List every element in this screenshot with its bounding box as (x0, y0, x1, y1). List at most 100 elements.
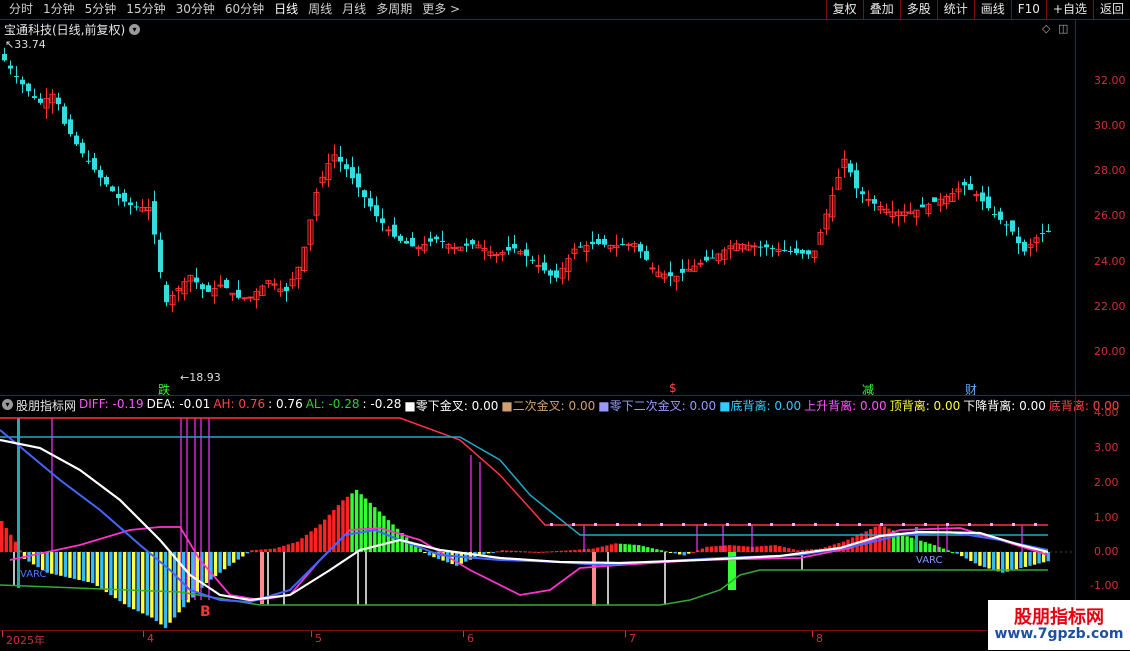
histogram-bar (218, 552, 222, 573)
dot-marker (594, 523, 597, 526)
candle-body (2, 54, 7, 61)
candle-body (32, 96, 37, 98)
chevron-down-icon[interactable]: ▾ (2, 399, 13, 410)
signal-bar (915, 527, 918, 552)
dot-marker (660, 523, 663, 526)
candle-body (968, 183, 973, 190)
histogram-bar (304, 534, 309, 552)
candle-body (158, 239, 163, 273)
histogram-bar (605, 545, 609, 552)
date-tick (2, 631, 3, 637)
date-tick (311, 631, 312, 637)
dot-marker (968, 523, 971, 526)
candle-body (344, 164, 349, 170)
dot-marker (616, 523, 619, 526)
histogram-bar (509, 550, 513, 552)
legend-entry: ■零下二次金叉: 0.00 (598, 399, 717, 413)
histogram-bar (791, 549, 796, 552)
candle-body (800, 250, 805, 254)
histogram-bar (359, 494, 363, 552)
histogram-bar (591, 548, 595, 552)
histogram-bar (746, 546, 750, 552)
histogram-bar (718, 545, 723, 552)
legend-entry: DEA: -0.01 (146, 397, 211, 411)
price-axis: 32.00 30.00 28.00 26.00 24.00 22.00 20.00 4.00 3… (1075, 19, 1130, 630)
histogram-bar (81, 552, 86, 581)
candle-body (122, 192, 127, 202)
histogram-bar (960, 552, 964, 557)
dot-marker (770, 523, 773, 526)
kline-chart[interactable] (0, 0, 1130, 650)
candle-body (200, 284, 205, 290)
histogram-bar (127, 552, 131, 608)
price-tick-label: 20.00 (1094, 345, 1126, 358)
varc-label-right: VARC (916, 555, 943, 566)
candle-body (865, 198, 872, 201)
candle-body (992, 214, 997, 216)
candle-body (860, 191, 865, 195)
candle-body (524, 249, 529, 256)
histogram-bar (714, 546, 718, 552)
candle-body (434, 236, 439, 240)
histogram-bar (919, 540, 923, 552)
histogram-bar (586, 548, 591, 552)
candle-body (380, 218, 385, 224)
histogram-bar (313, 527, 318, 552)
histogram-bar (910, 537, 914, 552)
histogram-bar (1014, 552, 1019, 570)
candle-body (751, 245, 758, 248)
histogram-bar (941, 548, 946, 552)
event-marker-dollar[interactable]: $ (669, 381, 677, 395)
histogram-bar (637, 545, 641, 552)
histogram-bar (63, 552, 68, 577)
candle-body (374, 205, 379, 217)
dot-marker (682, 523, 685, 526)
histogram-bar (323, 519, 327, 552)
indicator-tick-label: 1.00 (1094, 511, 1119, 524)
candle-body (638, 244, 643, 252)
dot-marker (704, 523, 707, 526)
histogram-bar (600, 546, 604, 552)
histogram-bar (1028, 552, 1032, 566)
legend-entry: 下降背离: 0.00 (963, 399, 1046, 413)
candle-body (998, 211, 1003, 220)
candle-body (110, 186, 115, 192)
dot-marker (902, 523, 905, 526)
date-tick-label: 6 (467, 632, 474, 645)
histogram-bar (723, 545, 727, 552)
candle-body (410, 237, 415, 247)
candle-body (590, 241, 595, 245)
candle-body (920, 204, 925, 208)
histogram-bar (336, 505, 341, 552)
histogram-bar (241, 552, 245, 557)
histogram-bar (13, 541, 18, 552)
date-tick-label: 5 (315, 632, 322, 645)
histogram-bar (655, 549, 659, 552)
price-tick-label: 22.00 (1094, 300, 1126, 313)
candle-body (542, 262, 547, 271)
candle-body (440, 240, 445, 242)
candle-body (152, 201, 157, 235)
candle-body (806, 250, 811, 255)
histogram-bar (755, 546, 759, 552)
histogram-bar (222, 552, 227, 570)
candle-body (86, 160, 91, 162)
candle-body (428, 238, 433, 242)
histogram-bar (559, 550, 564, 552)
candle-body (668, 272, 673, 277)
candle-body (206, 285, 211, 292)
date-tick-label: 4 (147, 632, 154, 645)
histogram-bar (536, 552, 541, 553)
histogram-bar (72, 552, 77, 579)
price-tick-label: 30.00 (1094, 119, 1126, 132)
ah-line (0, 417, 1048, 526)
candle-body (794, 248, 799, 253)
indicator-name[interactable]: 股朋指标网 (16, 397, 76, 414)
dot-marker (1012, 523, 1015, 526)
histogram-bar (950, 552, 955, 553)
histogram-bar (618, 543, 623, 552)
histogram-bar (77, 552, 81, 580)
histogram-bar (623, 544, 627, 552)
histogram-bar (368, 502, 372, 552)
histogram-bar (609, 544, 614, 552)
